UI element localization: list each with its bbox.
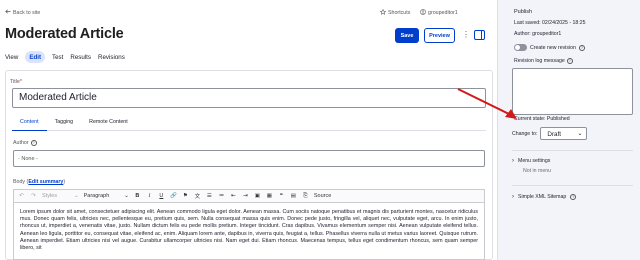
undo-icon[interactable]: ↶ xyxy=(18,193,25,199)
image-icon[interactable]: ▣ xyxy=(254,193,261,199)
xml-sitemap-label: Simple XML Sitemap xyxy=(518,194,567,200)
table-icon[interactable]: ▦ xyxy=(266,193,273,199)
annotation-arrow-icon xyxy=(457,88,517,119)
chevron-down-icon: ⌄ xyxy=(73,193,79,199)
body-label-text: Body xyxy=(13,179,26,185)
content-subtabs: Content Tagging Remote Content xyxy=(12,115,486,131)
flag-icon[interactable]: ⚑ xyxy=(182,193,189,199)
help-icon[interactable]: ? xyxy=(30,140,37,146)
tab-results[interactable]: Results xyxy=(70,54,91,61)
subtab-content[interactable]: Content xyxy=(12,115,47,131)
tab-revisions[interactable]: Revisions xyxy=(98,54,125,61)
language-icon[interactable]: 文 xyxy=(194,192,201,200)
page-title: Moderated Article xyxy=(5,26,124,42)
xml-sitemap-toggle[interactable]: › Simple XML Sitemap ? xyxy=(512,194,577,200)
styles-dropdown[interactable]: Styles ⌄ xyxy=(42,193,79,199)
body-label: Body (Edit summary) xyxy=(13,179,66,185)
moderation-state-value: Draft xyxy=(547,130,562,138)
title-label: Title* xyxy=(10,79,22,85)
author-label: Author ? xyxy=(13,140,37,146)
numbered-list-icon[interactable]: ≔ xyxy=(218,193,225,199)
tab-view[interactable]: View xyxy=(5,54,18,61)
create-revision-toggle[interactable]: Create new revision ? xyxy=(514,44,585,51)
italic-icon[interactable]: I xyxy=(146,193,153,199)
preview-button[interactable]: Preview xyxy=(424,28,455,43)
indent-icon[interactable]: ⇥ xyxy=(242,193,249,199)
author-info: Author: groupeditor1 xyxy=(514,31,562,37)
sidebar-toggle-icon[interactable] xyxy=(474,30,485,40)
chevron-right-icon: › xyxy=(512,194,514,200)
back-to-site-label: Back to site xyxy=(13,9,41,16)
menu-settings-label: Menu settings xyxy=(518,158,551,164)
styles-label: Styles xyxy=(42,193,57,199)
toggle-switch[interactable] xyxy=(514,44,527,51)
outdent-icon[interactable]: ⇤ xyxy=(230,193,237,199)
shortcuts-link[interactable]: Shortcuts xyxy=(379,8,411,17)
user-menu[interactable]: groupeditor1 xyxy=(420,9,458,17)
menu-settings-toggle[interactable]: › Menu settings xyxy=(512,158,550,164)
revision-log-textarea[interactable] xyxy=(512,68,633,115)
title-input[interactable]: Moderated Article xyxy=(12,88,486,108)
author-select[interactable]: - None - xyxy=(13,150,485,167)
meta-sidebar: Publish Last saved: 02/24/2025 - 18:25 A… xyxy=(497,0,640,260)
star-icon xyxy=(379,8,387,17)
primary-tabs: View Edit Test Results Revisions xyxy=(5,51,125,63)
user-name: groupeditor1 xyxy=(428,10,458,16)
bold-icon[interactable]: B xyxy=(134,193,141,199)
paragraph-label: Paragraph xyxy=(83,193,110,199)
change-to-row: Change to: Draft ⌄ xyxy=(512,127,588,140)
editor-toolbar: ↶ ↷ Styles ⌄ Paragraph ⌄ B I U 🔗 ⚑ 文 ☰ ≔… xyxy=(13,189,485,203)
top-bar: Back to site Shortcuts groupeditor1 xyxy=(5,8,493,18)
divider xyxy=(512,150,633,151)
body-editor[interactable]: Lorem ipsum dolor sit amet, consectetuer… xyxy=(13,203,485,260)
publish-heading: Publish xyxy=(514,9,533,15)
help-icon[interactable]: ? xyxy=(570,194,577,200)
create-revision-label: Create new revision xyxy=(530,44,576,51)
subtab-remote-content[interactable]: Remote Content xyxy=(81,115,136,131)
node-edit-main: Back to site Shortcuts groupeditor1 Mode… xyxy=(0,0,497,260)
edit-summary-link[interactable]: Edit summary xyxy=(28,179,63,185)
media-icon[interactable]: ▤ xyxy=(290,193,297,199)
chevron-down-icon: ⌄ xyxy=(577,131,583,137)
source-label[interactable]: Source xyxy=(314,193,331,199)
help-icon[interactable]: ? xyxy=(578,44,585,51)
divider xyxy=(512,185,633,186)
change-to-label: Change to: xyxy=(512,130,538,137)
subtab-tagging[interactable]: Tagging xyxy=(47,115,82,131)
moderation-state-select[interactable]: Draft ⌄ xyxy=(540,127,588,140)
back-to-site-link[interactable]: Back to site xyxy=(5,9,40,16)
arrow-left-icon xyxy=(5,9,11,16)
revision-log-label-text: Revision log message xyxy=(514,58,565,64)
current-state: Current state: Published xyxy=(514,116,570,122)
title-label-text: Title xyxy=(10,79,20,85)
paragraph-dropdown[interactable]: Paragraph ⌄ xyxy=(84,193,129,199)
shortcuts-label: Shortcuts xyxy=(388,10,411,16)
more-actions-icon[interactable]: ⋮ xyxy=(462,30,470,39)
redo-icon[interactable]: ↷ xyxy=(30,193,37,199)
required-mark: * xyxy=(19,79,22,85)
tab-test[interactable]: Test xyxy=(52,54,63,61)
link-icon[interactable]: 🔗 xyxy=(170,193,177,199)
user-icon xyxy=(420,9,426,17)
tab-edit[interactable]: Edit xyxy=(25,51,45,63)
bulleted-list-icon[interactable]: ☰ xyxy=(206,193,213,199)
blockquote-icon[interactable]: ❝ xyxy=(278,193,285,199)
revision-log-label: Revision log message ? xyxy=(514,58,573,64)
menu-settings-summary: Not in menu xyxy=(523,168,551,174)
last-saved: Last saved: 02/24/2025 - 18:25 xyxy=(514,20,586,26)
chevron-down-icon: ⌄ xyxy=(124,193,129,199)
author-label-text: Author xyxy=(13,140,29,146)
chevron-right-icon: › xyxy=(512,158,514,164)
underline-icon[interactable]: U xyxy=(158,193,165,199)
source-icon[interactable]: ⎘ xyxy=(302,193,309,200)
save-button[interactable]: Save xyxy=(395,28,419,43)
help-icon[interactable]: ? xyxy=(566,58,573,64)
